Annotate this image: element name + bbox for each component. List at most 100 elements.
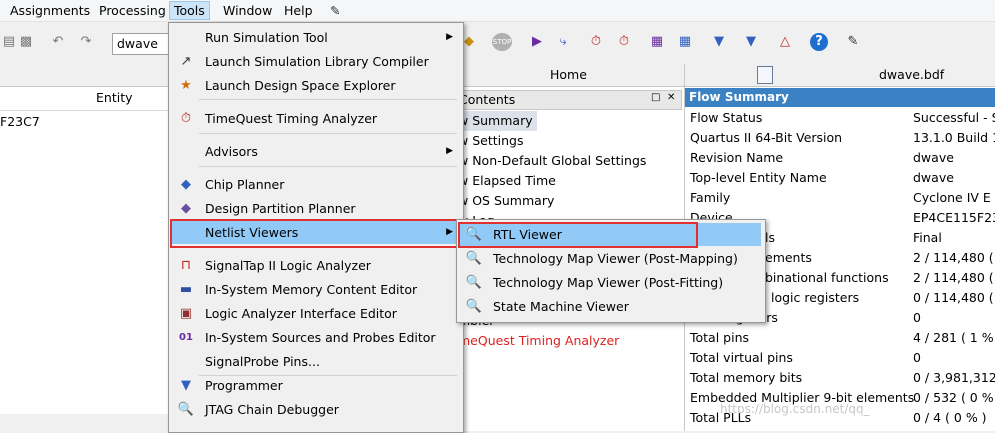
fs-key: logic registers — [771, 290, 860, 305]
fs-key: ements — [765, 250, 812, 265]
pin-icon[interactable]: □ — [651, 92, 660, 103]
fs-row: Total pins 4 / 281 ( 1 % ) — [685, 328, 995, 348]
menu-item-sources-probes[interactable]: 01 In-System Sources and Probes Editor — [171, 326, 461, 349]
menu-tools[interactable]: Tools — [169, 1, 210, 20]
menu-item-label: TimeQuest Timing Analyzer — [205, 111, 378, 126]
redo-icon[interactable]: ↷ — [77, 33, 95, 51]
netlist-fit-icon[interactable]: ▦ — [676, 33, 694, 51]
fs-row: Quartus II 64-Bit Version 13.1.0 Build 16 — [685, 128, 995, 148]
close-pane-icon[interactable]: ✕ — [667, 92, 675, 103]
submenu-arrow-icon: ▶ — [446, 146, 453, 156]
fs-value: Final — [913, 230, 942, 245]
menu-item-signaltap[interactable]: ⊓ SignalTap II Logic Analyzer — [171, 254, 461, 277]
help-icon[interactable]: ? — [810, 33, 828, 51]
fs-value: dwave — [913, 170, 954, 185]
signaltap-icon: ⊓ — [180, 258, 192, 273]
state-machine-icon: 🔍 — [465, 299, 483, 314]
menu-item-label: Launch Design Space Explorer — [205, 78, 396, 93]
bdf-tabbar — [685, 64, 995, 87]
contents-header: Contents □ ✕ — [458, 90, 682, 110]
timing-icon[interactable]: ⏱ — [587, 33, 605, 51]
menu-item-jtag-chain-debugger[interactable]: 🔍 JTAG Chain Debugger — [171, 398, 461, 421]
header-divider — [0, 110, 170, 111]
menu-item-advisors[interactable]: Advisors ▶ — [171, 140, 461, 163]
fs-value: Successful - S — [913, 110, 995, 125]
toc-flow-settings[interactable]: w Settings — [458, 131, 523, 151]
library-compiler-icon: ↗ — [180, 54, 192, 69]
programmer-2-icon[interactable]: ▼ — [742, 33, 760, 51]
jtag-debugger-icon: 🔍 — [177, 402, 195, 417]
menu-item-chip-planner[interactable]: ◆ Chip Planner — [171, 173, 461, 196]
fs-value: 0 / 3,981,312 ( — [913, 370, 995, 385]
menu-item-label: In-System Memory Content Editor — [205, 282, 418, 297]
menu-item-state-machine-viewer[interactable]: 🔍 State Machine Viewer — [459, 295, 761, 318]
fs-row: Total memory bits 0 / 3,981,312 ( — [685, 368, 995, 388]
fs-key: Total virtual pins — [690, 350, 793, 365]
chip-planner-icon: ◆ — [181, 177, 191, 192]
menu-item-run-simulation-tool[interactable]: Run Simulation Tool ▶ — [171, 26, 461, 49]
toc-non-default-settings[interactable]: w Non-Default Global Settings — [458, 151, 646, 171]
fs-row: Revision Name dwave — [685, 148, 995, 168]
fs-value: 0 / 532 ( 0 % ) — [913, 390, 995, 405]
flow-summary-header: Flow Summary — [685, 88, 995, 107]
netlist-icon[interactable]: ▦ — [648, 33, 666, 51]
menu-item-lai-editor[interactable]: ▣ Logic Analyzer Interface Editor — [171, 302, 461, 325]
menu-window[interactable]: Window — [219, 2, 276, 19]
menu-assignments[interactable]: Assignments — [6, 2, 94, 19]
entity-column-header: Entity — [96, 90, 133, 105]
programmer-toolbar-icon[interactable]: ▼ — [710, 33, 728, 51]
menu-item-techmap-post-mapping[interactable]: 🔍 Technology Map Viewer (Post-Mapping) — [459, 247, 761, 270]
toc-elapsed-time[interactable]: w Elapsed Time — [458, 171, 556, 191]
tab-home[interactable]: Home — [550, 67, 587, 82]
lai-editor-icon: ▣ — [179, 306, 193, 321]
menu-item-label: In-System Sources and Probes Editor — [205, 330, 436, 345]
menu-item-label: Launch Simulation Library Compiler — [205, 54, 429, 69]
toc-timequest[interactable]: meQuest Timing Analyzer — [458, 331, 619, 351]
menu-item-signalprobe-pins[interactable]: SignalProbe Pins... — [171, 350, 461, 373]
copy-icon[interactable]: ▤ — [0, 33, 18, 51]
help-pointer-2-icon[interactable]: ✎ — [844, 33, 862, 51]
fs-row: Total virtual pins 0 — [685, 348, 995, 368]
menu-item-design-partition-planner[interactable]: ◆ Design Partition Planner — [171, 197, 461, 220]
fs-key: binational functions — [765, 270, 889, 285]
menu-item-techmap-post-fitting[interactable]: 🔍 Technology Map Viewer (Post-Fitting) — [459, 271, 761, 294]
menu-item-memory-content-editor[interactable]: ▬ In-System Memory Content Editor — [171, 278, 461, 301]
paste-icon[interactable]: ▩ — [17, 33, 35, 51]
menu-item-programmer[interactable]: ▼ Programmer — [171, 374, 461, 397]
menubar: Assignments Processing Tools Window Help… — [0, 0, 995, 22]
timing-analyzer-icon[interactable]: ⏱ — [615, 33, 633, 51]
memory-editor-icon: ▬ — [179, 282, 193, 297]
menu-item-label: State Machine Viewer — [493, 299, 629, 314]
fs-value: dwave — [913, 150, 954, 165]
menu-item-label: JTAG Chain Debugger — [205, 402, 339, 417]
help-pointer-icon[interactable]: ✎ — [326, 2, 344, 19]
menu-item-label: Design Partition Planner — [205, 201, 356, 216]
fs-key: Flow Status — [690, 110, 763, 125]
menu-item-label: SignalProbe Pins... — [205, 354, 320, 369]
start-analysis-icon[interactable]: ⤷ — [554, 33, 572, 51]
start-compilation-icon[interactable]: ▶ — [528, 33, 546, 51]
fs-value: 4 / 281 ( 1 % ) — [913, 330, 995, 345]
menu-processing[interactable]: Processing — [95, 2, 170, 19]
entity-row[interactable]: F23C7 — [0, 114, 40, 129]
menu-item-launch-dse[interactable]: ★ Launch Design Space Explorer — [171, 74, 461, 97]
fs-value: EP4CE115F23C — [913, 210, 995, 225]
hierarchy-icon[interactable]: △ — [776, 33, 794, 51]
undo-icon[interactable]: ↶ — [49, 33, 67, 51]
stop-icon[interactable]: STOP — [492, 33, 512, 51]
stopwatch-icon: ⏱ — [180, 111, 192, 126]
project-navigator: Entity F23C7 — [0, 64, 170, 414]
toc-os-summary[interactable]: w OS Summary — [458, 191, 554, 211]
fs-value: 0 / 4 ( 0 % ) — [913, 410, 987, 425]
menu-item-launch-sim-library-compiler[interactable]: ↗ Launch Simulation Library Compiler — [171, 50, 461, 73]
rtl-viewer-highlight — [458, 222, 698, 248]
menu-item-label: Logic Analyzer Interface Editor — [205, 306, 397, 321]
menu-item-timequest[interactable]: ⏱ TimeQuest Timing Analyzer — [171, 107, 461, 130]
toc-flow-summary[interactable]: w Summary — [458, 111, 537, 131]
techmap-fitting-icon: 🔍 — [465, 275, 483, 290]
fs-row: Flow Status Successful - S — [685, 108, 995, 128]
fs-key: ls — [765, 230, 775, 245]
tab-dwave-bdf[interactable]: dwave.bdf — [879, 67, 944, 82]
menu-item-label: Programmer — [205, 378, 283, 393]
menu-help[interactable]: Help — [280, 2, 317, 19]
